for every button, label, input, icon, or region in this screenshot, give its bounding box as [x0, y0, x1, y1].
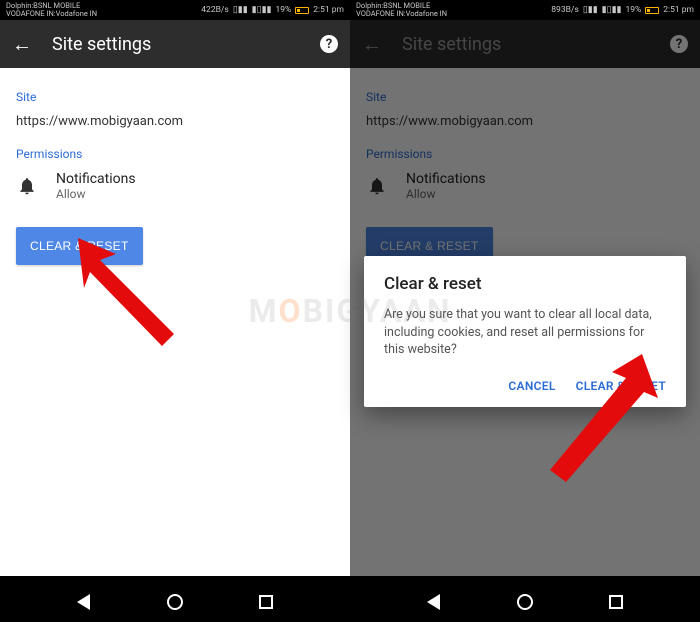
signal-icon-2: ▮▯▮▮	[602, 5, 622, 15]
battery-pct: 19%	[625, 5, 641, 15]
nav-back-icon[interactable]	[427, 594, 440, 610]
signal-icon-1: ▯▮▮	[233, 5, 248, 15]
nav-back-icon[interactable]	[77, 594, 90, 610]
arrow-annotation-icon	[58, 232, 178, 352]
carrier-2: VODAFONE IN:Vodafone IN	[356, 10, 447, 18]
clock: 2:51 pm	[313, 5, 344, 15]
signal-icon-1: ▯▮▮	[583, 5, 598, 15]
app-bar: ← Site settings ?	[0, 20, 350, 68]
signal-icon-2: ▮▯▮▮	[252, 5, 272, 15]
nav-home-icon[interactable]	[167, 594, 183, 610]
net-speed: 893B/s	[551, 5, 579, 15]
clock: 2:51 pm	[663, 5, 694, 15]
android-nav-bar	[0, 582, 350, 622]
permission-title: Notifications	[56, 171, 136, 187]
bell-icon	[16, 175, 38, 197]
back-arrow-icon[interactable]: ←	[12, 34, 32, 54]
screenshot-right: Dolphin:BSNL MOBILE VODAFONE IN:Vodafone…	[350, 0, 700, 622]
page-title: Site settings	[52, 34, 300, 55]
permission-row-notifications[interactable]: Notifications Allow	[16, 171, 334, 201]
dialog-title: Clear & reset	[384, 274, 666, 294]
help-icon[interactable]: ?	[320, 35, 338, 53]
arrow-annotation-icon	[532, 350, 672, 500]
permission-status: Allow	[56, 187, 136, 201]
battery-icon	[295, 7, 309, 14]
screenshot-left: Dolphin:BSNL MOBILE VODAFONE IN:Vodafone…	[0, 0, 350, 622]
net-speed: 422B/s	[201, 5, 229, 15]
battery-pct: 19%	[275, 5, 291, 15]
android-nav-bar	[350, 582, 700, 622]
site-section-label: Site	[16, 90, 334, 104]
status-bar: Dolphin:BSNL MOBILE VODAFONE IN:Vodafone…	[0, 0, 350, 20]
nav-home-icon[interactable]	[517, 594, 533, 610]
site-url-text: https://www.mobigyaan.com	[16, 114, 334, 129]
nav-recent-icon[interactable]	[609, 595, 623, 609]
carrier-2: VODAFONE IN:Vodafone IN	[6, 10, 97, 18]
permissions-section-label: Permissions	[16, 147, 334, 161]
status-bar: Dolphin:BSNL MOBILE VODAFONE IN:Vodafone…	[350, 0, 700, 20]
battery-icon	[645, 7, 659, 14]
nav-recent-icon[interactable]	[259, 595, 273, 609]
